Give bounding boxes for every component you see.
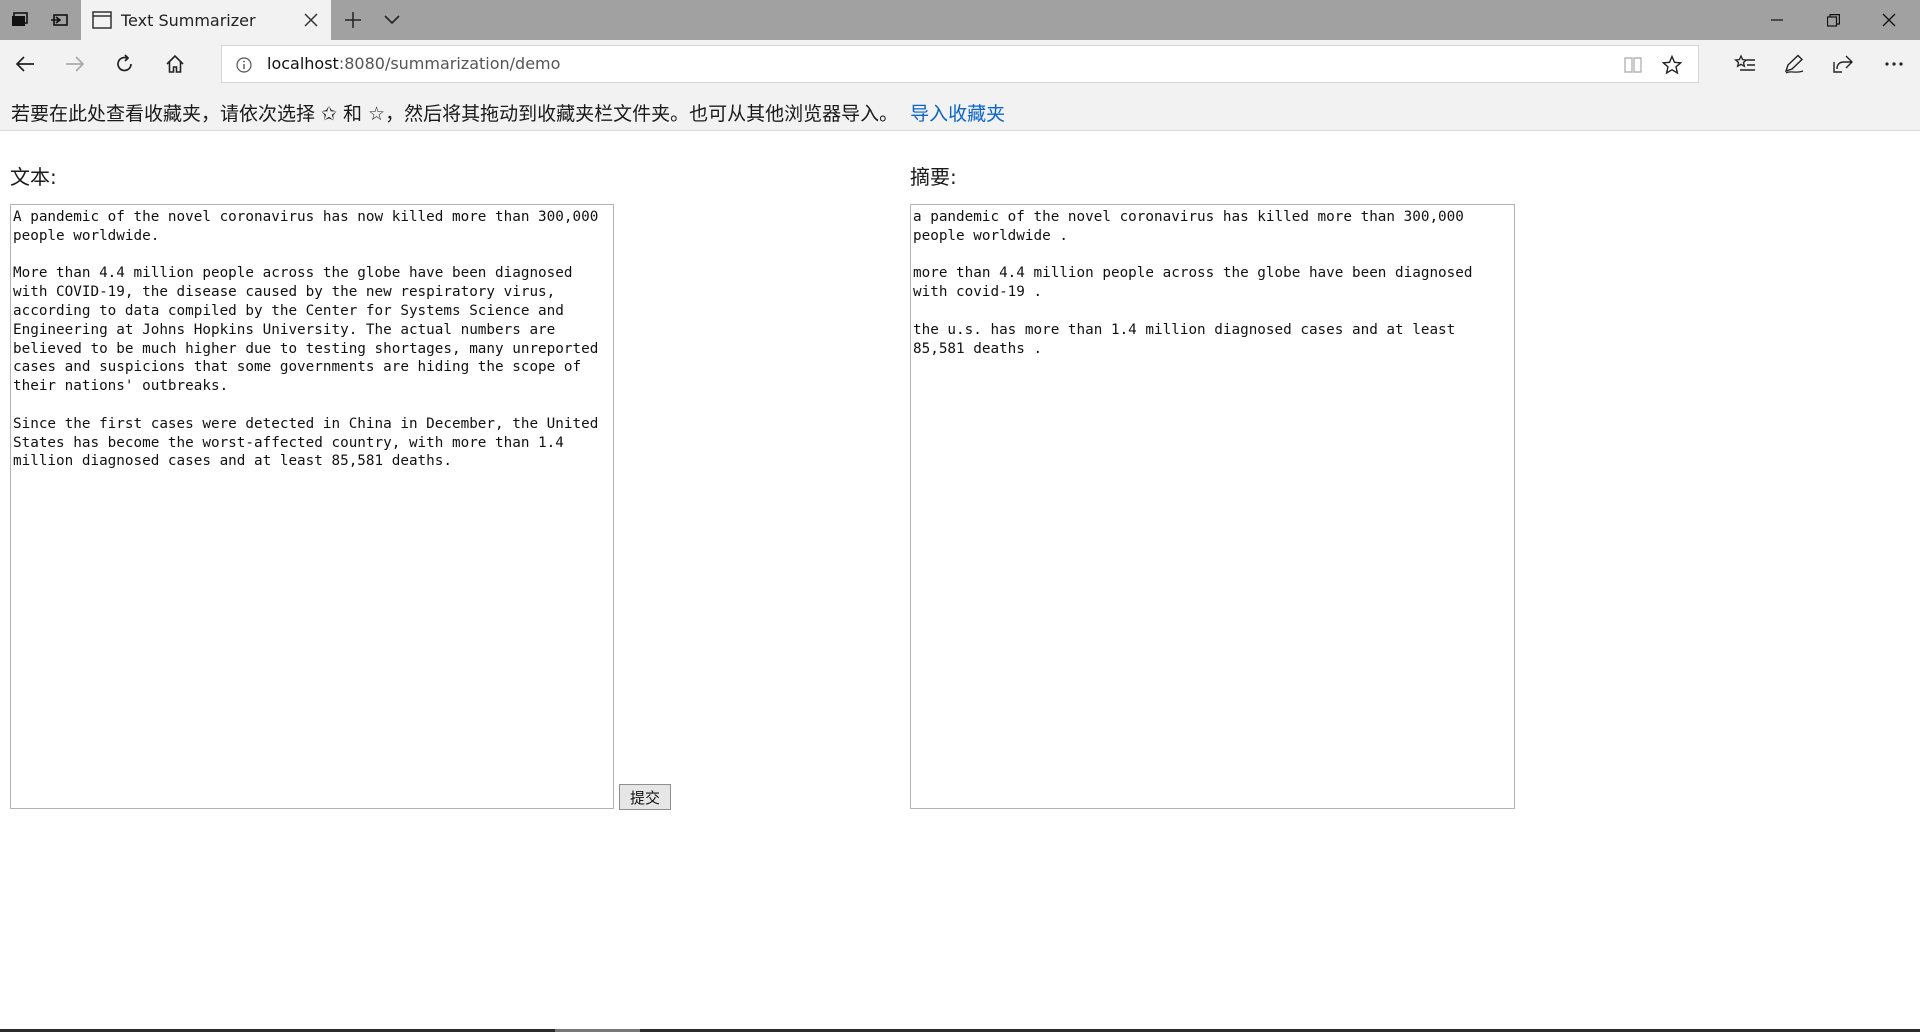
tab-sets-button[interactable]	[0, 0, 40, 40]
tab-preview-button[interactable]	[372, 0, 412, 40]
close-icon	[304, 13, 318, 27]
text-label: 文本:	[10, 165, 57, 189]
favorites-list-icon	[1734, 54, 1755, 71]
reading-view-icon[interactable]	[1623, 56, 1643, 74]
tab-close-button[interactable]	[299, 8, 323, 32]
refresh-icon	[117, 54, 132, 72]
favorites-hint: 若要在此处查看收藏夹，请依次选择 ✩ 和 ☆，然后将其拖动到收藏夹栏文件夹。也可…	[11, 99, 1005, 126]
home-button[interactable]	[155, 44, 195, 84]
star-icon[interactable]	[1662, 55, 1682, 75]
minimize-button[interactable]	[1749, 0, 1805, 40]
refresh-button[interactable]	[105, 44, 145, 84]
close-icon	[1882, 13, 1896, 27]
favorites-bar: 若要在此处查看收藏夹，请依次选择 ✩ 和 ☆，然后将其拖动到收藏夹栏文件夹。也可…	[0, 88, 1920, 131]
submit-button[interactable]: 提交	[619, 784, 671, 810]
forward-button[interactable]	[55, 44, 95, 84]
more-icon	[1885, 62, 1903, 66]
tab-sets-icon	[12, 12, 28, 26]
favorites-hub-button[interactable]	[1725, 44, 1765, 84]
summary-output[interactable]: a pandemic of the novel coronavirus has …	[910, 204, 1515, 809]
minimize-icon	[1771, 19, 1783, 21]
restore-icon	[1826, 13, 1840, 27]
new-tab-button[interactable]	[333, 0, 373, 40]
url-text: localhost:8080/summarization/demo	[267, 54, 560, 73]
url-path: :8080/summarization/demo	[338, 54, 561, 73]
address-bar[interactable]: localhost:8080/summarization/demo	[221, 45, 1699, 83]
tabs-aside-icon	[51, 14, 68, 26]
arrow-right-icon	[66, 56, 85, 72]
navigation-bar: localhost:8080/summarization/demo	[0, 40, 1920, 88]
web-note-button[interactable]	[1774, 44, 1814, 84]
restore-button[interactable]	[1805, 0, 1861, 40]
tab-strip: Text Summarizer	[0, 0, 1920, 40]
info-icon	[236, 57, 252, 73]
close-window-button[interactable]	[1861, 0, 1917, 40]
settings-more-button[interactable]	[1874, 44, 1914, 84]
import-favorites-link[interactable]: 导入收藏夹	[910, 103, 1005, 125]
share-button[interactable]	[1823, 44, 1863, 84]
favorites-hint-text: 若要在此处查看收藏夹，请依次选择 ✩ 和 ☆，然后将其拖动到收藏夹栏文件夹。也可…	[11, 103, 899, 125]
active-tab[interactable]: Text Summarizer	[81, 0, 331, 40]
home-icon	[166, 54, 184, 73]
chevron-down-icon	[384, 15, 400, 25]
text-input[interactable]: A pandemic of the novel coronavirus has …	[10, 204, 614, 809]
back-button[interactable]	[5, 44, 45, 84]
tab-title: Text Summarizer	[121, 11, 256, 30]
arrow-left-icon	[15, 56, 34, 72]
summary-label: 摘要:	[910, 165, 957, 189]
url-host: localhost	[267, 54, 339, 73]
pen-icon	[1784, 54, 1804, 74]
page-icon	[92, 11, 112, 29]
share-icon	[1833, 55, 1853, 73]
plus-icon	[345, 12, 361, 28]
set-tabs-aside-button[interactable]	[40, 0, 80, 40]
